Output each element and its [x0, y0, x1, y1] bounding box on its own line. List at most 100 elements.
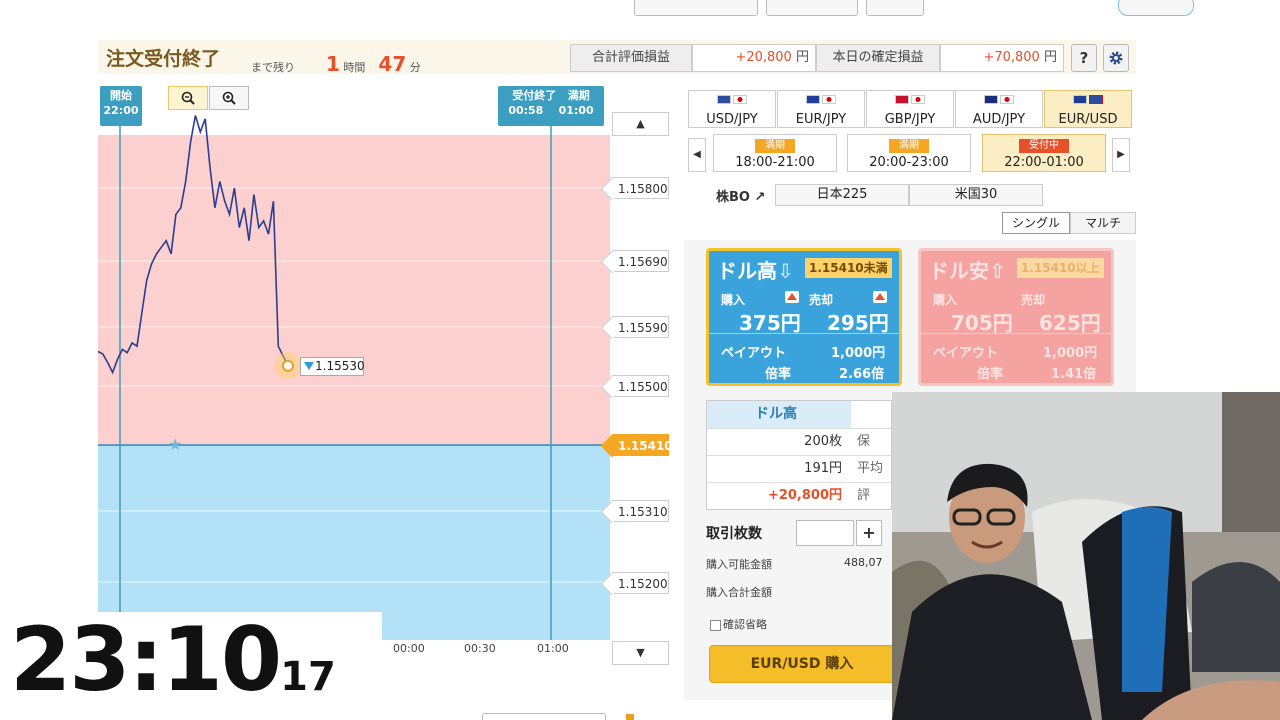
qty-input[interactable]	[796, 520, 854, 546]
remaining-label: まで残り	[251, 61, 295, 74]
clock-hm: 23:10	[10, 608, 282, 711]
remaining-hours: 1	[326, 52, 340, 76]
top-nav	[0, 0, 1280, 20]
time-slot-active[interactable]: 受付中 22:00-01:00	[982, 134, 1106, 172]
position-pl: +20,800円評	[707, 482, 891, 509]
nav-button-1[interactable]	[634, 0, 758, 16]
zoom-in-icon[interactable]	[209, 86, 249, 110]
hours-unit: 時間	[343, 61, 366, 74]
y-tick: 1.15590	[612, 316, 669, 338]
bottom-marker	[626, 714, 634, 720]
nav-button-3[interactable]	[866, 0, 924, 16]
buy-button[interactable]: EUR/USD 購入	[709, 645, 895, 683]
sell-price: 625円	[1039, 311, 1101, 335]
payout-label: ペイアウト	[933, 346, 999, 361]
up-arrow-icon: ⇧	[989, 259, 1006, 283]
webcam-overlay	[892, 392, 1280, 720]
slot-next-button[interactable]: ▶	[1112, 138, 1130, 172]
sell-label: 売却	[1021, 293, 1046, 307]
pair-tab-eurjpy[interactable]: EUR/JPY	[777, 90, 865, 128]
help-icon[interactable]: ?	[1071, 44, 1097, 72]
payout-value: 1,000円	[1043, 346, 1098, 361]
payout-label: ペイアウト	[721, 346, 787, 361]
y-tick: 1.15690	[612, 250, 669, 272]
y-tick: 1.15310	[612, 500, 669, 522]
checkbox-icon	[710, 619, 721, 631]
rate-label: 倍率	[765, 367, 792, 382]
start-marker: 開始 22:00	[100, 86, 142, 126]
nav-button-2[interactable]	[766, 0, 858, 16]
time-remaining: まで残り 1 時間 47 分	[251, 52, 421, 76]
avail-amount-value: 488,07	[844, 556, 883, 569]
gear-icon[interactable]	[1103, 44, 1129, 72]
page-title: 注文受付終了	[106, 48, 221, 70]
current-price-label: 1.15530	[300, 357, 365, 376]
sell-price: 295円	[827, 311, 889, 335]
buy-label: 購入	[721, 293, 746, 307]
y-tick: 1.15500	[612, 375, 669, 397]
index-button-nikkei[interactable]: 日本225	[775, 184, 909, 206]
rate-label: 倍率	[977, 367, 1004, 382]
realized-pl-label: 本日の確定損益	[816, 44, 940, 72]
currency-pair-tabs: USD/JPY EUR/JPY GBP/JPY AUD/JPY EUR/USD	[688, 90, 1132, 128]
x-tick: 00:30	[464, 642, 496, 655]
qty-label: 取引枚数	[706, 526, 762, 542]
close-expiry-marker: 受付終了 満期 00:58 01:00	[498, 86, 604, 126]
time-slot[interactable]: 満期 20:00-23:00	[847, 134, 971, 172]
buy-price: 375円	[739, 311, 801, 335]
sell-label: 売却	[809, 293, 834, 307]
pair-tab-eurusd[interactable]: EUR/USD	[1044, 90, 1132, 128]
buy-up-icon	[785, 291, 799, 303]
high-threshold: 1.15410未満	[805, 258, 892, 278]
high-option-card[interactable]: ドル高⇩ 1.15410未満 購入 375円 売却 295円 ペイアウト 1,0…	[706, 248, 902, 386]
rate-value: 1.41倍	[1051, 367, 1097, 382]
bottom-input[interactable]	[482, 713, 606, 720]
position-avg: 191円 平均	[707, 455, 891, 482]
pair-tab-usdjpy[interactable]: USD/JPY	[688, 90, 776, 128]
x-tick: 00:00	[393, 642, 425, 655]
mode-multi-button[interactable]: マルチ	[1070, 212, 1136, 234]
confirm-skip-checkbox[interactable]: 確認省略	[710, 616, 767, 632]
sell-up-icon	[873, 291, 887, 303]
qty-plus-button[interactable]: +	[856, 520, 882, 546]
buy-price: 705円	[951, 311, 1013, 335]
star-icon: ★	[168, 435, 182, 454]
down-arrow-icon: ⇩	[777, 259, 794, 283]
x-tick: 01:00	[537, 642, 569, 655]
buy-label: 購入	[933, 293, 958, 307]
pair-tab-gbpjpy[interactable]: GBP/JPY	[866, 90, 954, 128]
total-amount-label: 購入合計金額	[706, 586, 772, 599]
eval-pl-value: +20,800 円	[692, 44, 816, 72]
strike-price-tick: 1.15410	[612, 434, 673, 456]
zoom-out-icon[interactable]	[168, 86, 208, 110]
slot-prev-button[interactable]: ◀	[688, 138, 706, 172]
realized-pl-value: +70,800 円	[940, 44, 1064, 72]
avail-amount-label: 購入可能金額	[706, 558, 772, 571]
low-threshold: 1.15410以上	[1017, 258, 1104, 278]
payout-value: 1,000円	[831, 346, 886, 361]
pair-tab-audjpy[interactable]: AUD/JPY	[955, 90, 1043, 128]
eval-pl-label: 合計評価損益	[570, 44, 692, 72]
low-title: ドル安⇧	[929, 259, 1006, 283]
position-table: ドル高 200枚保 191円 平均 +20,800円評	[706, 400, 892, 510]
position-qty: 200枚保	[707, 428, 891, 455]
rate-value: 2.66倍	[839, 367, 885, 382]
time-slot[interactable]: 満期 18:00-21:00	[713, 134, 837, 172]
clock-sec: 17	[280, 654, 336, 700]
index-button-dow[interactable]: 米国30	[909, 184, 1043, 206]
high-title: ドル高⇩	[717, 259, 794, 283]
y-tick: 1.15800	[612, 177, 669, 199]
position-header: ドル高	[707, 401, 851, 428]
low-option-card[interactable]: ドル安⇧ 1.15410以上 購入 705円 売却 625円 ペイアウト 1,0…	[918, 248, 1114, 386]
clock: 23:1017	[10, 608, 336, 711]
external-arrow-icon: ↗	[754, 190, 766, 205]
minutes-unit: 分	[409, 61, 421, 74]
nav-button-4[interactable]	[1118, 0, 1194, 16]
scroll-up-button[interactable]: ▲	[612, 112, 669, 136]
scroll-down-button[interactable]: ▼	[612, 641, 669, 665]
stock-bo-link[interactable]: 株BO ↗	[716, 186, 765, 205]
y-tick: 1.15200	[612, 572, 669, 594]
remaining-minutes: 47	[378, 52, 407, 76]
mode-single-button[interactable]: シングル	[1002, 212, 1070, 234]
current-price-dot	[282, 359, 294, 372]
